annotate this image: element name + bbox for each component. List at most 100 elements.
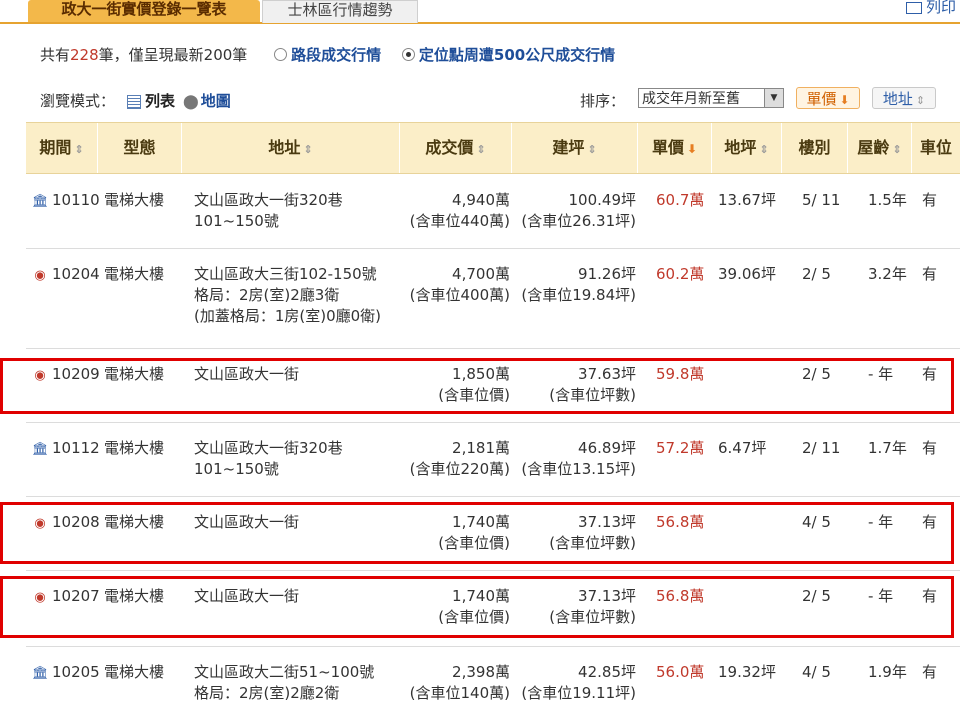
- price-value: 4,940萬: [452, 191, 510, 209]
- sort-by-address-label: 地址: [882, 90, 913, 108]
- table-row[interactable]: ◉ 10204 電梯大樓 文山區政大三街102-150號 格局：2房(室)2廳3衛 (…: [26, 248, 960, 349]
- sort-by-price-button[interactable]: 單價 ⬇: [796, 87, 860, 109]
- target-icon: ◉: [34, 268, 46, 283]
- table-row[interactable]: 🏛 10112 電梯大樓 文山區政大一街320巷 101~150號 2,181萬 (含…: [26, 422, 960, 497]
- area-note: (含車位13.15坪): [521, 460, 636, 478]
- price-cell: 4,700萬 (含車位400萬): [406, 264, 510, 306]
- type-cell: 電梯大樓: [104, 663, 165, 681]
- area-note: (含車位26.31坪): [521, 212, 636, 230]
- age-cell: 3.2年: [868, 265, 907, 283]
- tab-bar: 政大一街實價登錄一覽表 士林區行情趨勢 列印: [0, 0, 960, 24]
- price-cell: 2,181萬 (含車位220萬): [406, 438, 510, 480]
- address-cell: 文山區政大二街51~100號 格局：2房(室)2廳2衛: [194, 662, 374, 704]
- area-value: 42.85坪: [578, 663, 636, 681]
- area-value: 100.49坪: [568, 191, 637, 209]
- list-icon[interactable]: [127, 94, 142, 109]
- address-line: 文山區政大三街102-150號: [194, 265, 377, 283]
- col-parking: 車位: [912, 123, 960, 173]
- highlight-box: [0, 576, 954, 638]
- tab-market-trend[interactable]: 士林區行情趨勢: [262, 0, 418, 23]
- sort-label: 排序：: [580, 92, 626, 110]
- sort-select[interactable]: 成交年月新至舊 ▼: [638, 88, 784, 108]
- land-area-cell: 13.67坪: [718, 191, 776, 209]
- price-value: 4,700萬: [452, 265, 510, 283]
- col-building-area[interactable]: 建坪 ⇕: [512, 123, 638, 173]
- sort-arrows-icon: ⇕: [476, 143, 486, 156]
- address-cell: 文山區政大一街320巷 101~150號: [194, 438, 343, 480]
- sort-by-price-label: 單價: [806, 90, 837, 108]
- period-value: 10110: [52, 191, 100, 209]
- land-area-cell: 6.47坪: [718, 439, 767, 457]
- land-area-cell: 19.32坪: [718, 663, 776, 681]
- age-cell: 1.9年: [868, 663, 907, 681]
- period-cell: 🏛 10110: [32, 190, 100, 212]
- price-cell: 4,940萬 (含車位440萬): [406, 190, 510, 232]
- price-note: (含車位220萬): [409, 460, 510, 478]
- option-road-section-label[interactable]: 路段成交行情: [291, 46, 381, 64]
- sort-arrows-icon: ⇕: [74, 143, 84, 156]
- col-address-label: 地址: [268, 138, 301, 157]
- price-note: (含車位140萬): [409, 684, 510, 702]
- period-value: 10112: [52, 439, 100, 457]
- sort-select-value: 成交年月新至舊: [642, 91, 740, 107]
- summary-prefix: 共有: [40, 46, 71, 64]
- col-price-label: 成交價: [425, 138, 474, 157]
- radio-road-section[interactable]: [274, 48, 288, 61]
- address-line: 101~150號: [194, 212, 279, 230]
- col-price[interactable]: 成交價 ⇕: [400, 123, 512, 173]
- highlight-box: [0, 358, 954, 414]
- table-row[interactable]: 🏛 10205 電梯大樓 文山區政大二街51~100號 格局：2房(室)2廳2衛 2…: [26, 646, 960, 720]
- col-land-area[interactable]: 地坪 ⇕: [712, 123, 782, 173]
- bank-icon: 🏛: [32, 194, 49, 209]
- area-cell: 91.26坪 (含車位19.84坪): [518, 264, 636, 306]
- type-cell: 電梯大樓: [104, 191, 165, 209]
- radio-nearby-500m[interactable]: [401, 48, 415, 61]
- bank-icon: 🏛: [32, 442, 49, 457]
- unit-price-cell: 60.2萬: [656, 265, 705, 283]
- price-note: (含車位440萬): [409, 212, 510, 230]
- col-floor-label: 樓別: [798, 138, 831, 157]
- col-unit-price-label: 單價: [651, 138, 684, 157]
- age-cell: 1.5年: [868, 191, 907, 209]
- col-unit-price[interactable]: 單價 ⬇: [638, 123, 712, 173]
- print-button[interactable]: 列印: [905, 0, 956, 17]
- unit-price-cell: 60.7萬: [656, 191, 705, 209]
- col-address[interactable]: 地址 ⇕: [182, 123, 400, 173]
- col-period-label: 期間: [39, 138, 72, 157]
- option-nearby-500m-label[interactable]: 定位點周遭500公尺成交行情: [419, 46, 615, 64]
- period-cell: ◉ 10204: [32, 264, 99, 286]
- price-value: 2,398萬: [452, 663, 510, 681]
- sort-arrows-icon: ⇕: [759, 143, 769, 156]
- address-line: 文山區政大二街51~100號: [194, 663, 375, 681]
- sort-by-address-button[interactable]: 地址 ⇕: [872, 87, 936, 109]
- map-view-link[interactable]: 地圖: [201, 92, 231, 110]
- price-value: 2,181萬: [452, 439, 510, 457]
- map-pin-icon[interactable]: ⬤: [183, 94, 199, 110]
- arrow-down-icon: ⬇: [839, 93, 850, 107]
- floor-cell: 4/ 5: [802, 663, 831, 681]
- chevron-down-icon[interactable]: ▼: [764, 89, 783, 107]
- col-period[interactable]: 期間 ⇕: [26, 123, 98, 173]
- col-age[interactable]: 屋齡 ⇕: [848, 123, 912, 173]
- area-value: 46.89坪: [578, 439, 636, 457]
- sort-arrows-icon: ⇕: [915, 94, 926, 107]
- table-row[interactable]: 🏛 10110 電梯大樓 文山區政大一街320巷 101~150號 4,940萬 (含…: [26, 174, 960, 249]
- type-cell: 電梯大樓: [104, 265, 165, 283]
- address-line: 格局：2房(室)2廳3衛: [194, 286, 340, 304]
- area-cell: 46.89坪 (含車位13.15坪): [518, 438, 636, 480]
- printer-icon: [905, 1, 922, 14]
- area-value: 91.26坪: [578, 265, 636, 283]
- arrow-down-icon: ⬇: [686, 142, 698, 156]
- tab-transaction-list[interactable]: 政大一街實價登錄一覽表: [28, 0, 260, 22]
- area-note: (含車位19.84坪): [521, 286, 636, 304]
- parking-cell: 有: [922, 663, 938, 681]
- area-cell: 100.49坪 (含車位26.31坪): [518, 190, 636, 232]
- browse-mode-label: 瀏覽模式：: [40, 92, 116, 110]
- parking-cell: 有: [922, 439, 938, 457]
- list-view-link[interactable]: 列表: [145, 92, 175, 110]
- bank-icon: 🏛: [32, 666, 49, 681]
- col-parking-label: 車位: [919, 138, 952, 157]
- period-cell: 🏛 10112: [32, 438, 100, 460]
- parking-cell: 有: [922, 191, 938, 209]
- address-line: 格局：2房(室)2廳2衛: [194, 684, 340, 702]
